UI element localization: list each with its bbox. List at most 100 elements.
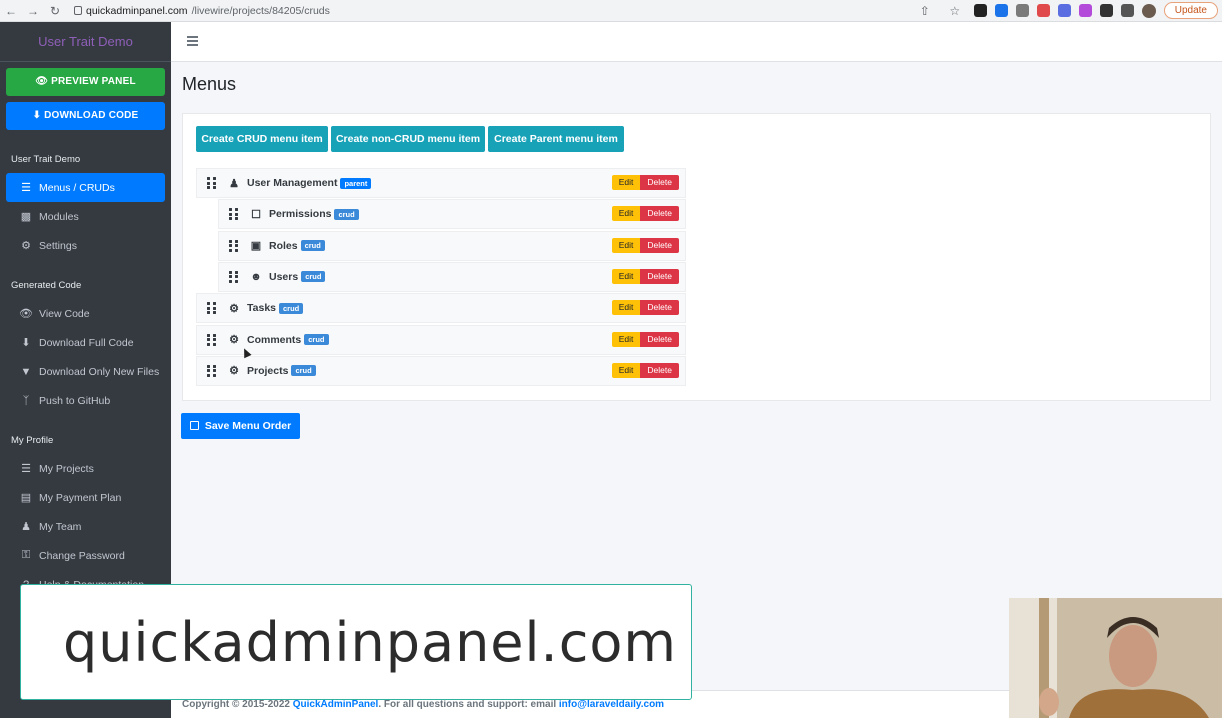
key-icon: ⚿: [21, 549, 31, 561]
edit-button[interactable]: Edit: [611, 175, 641, 190]
drag-handle-icon[interactable]: [229, 208, 239, 221]
delete-button[interactable]: Delete: [640, 362, 679, 378]
drag-handle-icon[interactable]: [207, 364, 217, 377]
create-crud-button[interactable]: Create CRUD menu item: [196, 126, 328, 152]
brand-title[interactable]: User Trait Demo: [0, 22, 171, 62]
menu-row-name: Projects: [247, 364, 289, 377]
menu-row[interactable]: ☐ Permissions crud Edit Delete: [218, 199, 686, 230]
extension-icon[interactable]: [1078, 4, 1092, 17]
menu-row-name: Permissions: [269, 208, 332, 221]
sidebar-item-my-projects[interactable]: ☰ My Projects: [6, 454, 165, 483]
sidebar-item-payment-plan[interactable]: ▤ My Payment Plan: [6, 483, 165, 512]
delete-button[interactable]: Delete: [640, 175, 679, 190]
section-title: Generated Code: [11, 280, 82, 291]
eye-icon: 👁: [19, 308, 33, 320]
sidebar-item-modules[interactable]: ▩ Modules: [6, 202, 165, 231]
edit-button[interactable]: Edit: [611, 268, 641, 284]
sidebar-item-download-new-files[interactable]: ▼ Download Only New Files: [6, 357, 165, 386]
hamburger-menu-icon[interactable]: [187, 36, 198, 46]
extension-icon[interactable]: [1036, 4, 1050, 17]
section-title: User Trait Demo: [11, 154, 81, 165]
sidebar-item-menus-cruds[interactable]: ☰ Menus / CRUDs: [6, 173, 165, 202]
credit-card-icon: ▤: [20, 492, 32, 504]
delete-button[interactable]: Delete: [640, 300, 679, 316]
sidebar-item-download-full-code[interactable]: ⬇ Download Full Code: [6, 328, 165, 357]
sidebar-item-label: My Team: [39, 520, 82, 533]
url-path: /livewire/projects/84205/cruds: [191, 4, 330, 17]
puzzle-icon[interactable]: [1099, 4, 1113, 17]
delete-button[interactable]: Delete: [640, 331, 679, 347]
address-bar[interactable]: quickadminpanel.com/livewire/projects/84…: [74, 5, 330, 17]
drag-handle-icon[interactable]: [207, 177, 217, 189]
browser-toolbar: ← → ↻ quickadminpanel.com/livewire/proje…: [0, 0, 1222, 22]
download-circle-icon: ▼: [20, 365, 32, 378]
menu-row[interactable]: ⚙ Projects crud Edit Delete: [196, 355, 686, 386]
top-navbar: [171, 22, 1222, 62]
sidebar-item-my-team[interactable]: ♟ My Team: [6, 512, 165, 541]
save-menu-order-button[interactable]: Save Menu Order: [181, 413, 300, 439]
avatar[interactable]: [1141, 3, 1156, 18]
footer-support-text: . For all questions and support: email: [378, 699, 559, 710]
extension-icon[interactable]: [1015, 4, 1029, 17]
menu-row[interactable]: ▣ Roles crud Edit Delete: [218, 230, 686, 261]
back-icon[interactable]: ←: [0, 4, 22, 18]
sidebar-item-label: Push to GitHub: [39, 394, 111, 407]
create-parent-button[interactable]: Create Parent menu item: [488, 126, 624, 152]
type-badge: crud: [304, 334, 329, 345]
bookmark-star-icon[interactable]: ☆: [944, 4, 966, 18]
create-non-crud-button[interactable]: Create non-CRUD menu item: [331, 126, 485, 152]
edit-button[interactable]: Edit: [611, 237, 641, 253]
download-icon: ⬇: [21, 337, 31, 349]
delete-button[interactable]: Delete: [640, 206, 679, 222]
drag-handle-icon[interactable]: [229, 270, 239, 283]
update-button[interactable]: Update: [1163, 2, 1218, 19]
floppy-disk-icon: [189, 421, 199, 430]
drag-handle-icon[interactable]: [207, 302, 217, 315]
delete-button[interactable]: Delete: [640, 268, 679, 284]
cogs-icon: ⚙: [229, 334, 239, 346]
sidebar-item-push-github[interactable]: ᛉ Push to GitHub: [6, 386, 165, 415]
forward-icon[interactable]: →: [22, 4, 44, 18]
menu-row[interactable]: ⚙ Comments crud Edit Delete: [196, 324, 686, 355]
save-menu-order-label: Save Menu Order: [204, 420, 292, 432]
download-code-button[interactable]: ⬇ DOWNLOAD CODE: [6, 102, 165, 130]
edit-button[interactable]: Edit: [611, 331, 641, 347]
share-icon[interactable]: ⇧: [914, 4, 936, 18]
users-icon: ♟: [21, 521, 31, 533]
preview-panel-label: PREVIEW PANEL: [51, 76, 136, 87]
menu-row-name: Comments: [247, 333, 302, 346]
overlay-text: quickadminpanel.com: [63, 611, 678, 674]
edit-button[interactable]: Edit: [611, 362, 641, 378]
menu-row[interactable]: ☻ Users crud Edit Delete: [218, 261, 686, 292]
section-title: My Profile: [11, 435, 54, 446]
briefcase-icon: ▣: [250, 240, 262, 253]
sidebar-item-view-code[interactable]: 👁 View Code: [6, 299, 165, 328]
footer-copyright: Copyright © 2015-2022: [182, 699, 293, 710]
drag-handle-icon[interactable]: [207, 333, 217, 346]
menu-row[interactable]: ♟ User Management parent Edit Delete: [196, 168, 686, 198]
edit-button[interactable]: Edit: [611, 206, 641, 222]
extension-icon[interactable]: [973, 4, 987, 17]
type-badge: crud: [279, 302, 304, 314]
menu-row[interactable]: ⚙ Tasks crud Edit Delete: [196, 293, 686, 324]
unlock-icon: ☐: [251, 208, 261, 221]
menu-row-name: Users: [269, 270, 299, 283]
type-badge: crud: [300, 240, 325, 252]
sidebar-item-label: Modules: [39, 210, 79, 223]
footer-email-link[interactable]: info@laraveldaily.com: [559, 699, 664, 710]
cogs-icon: ⚙: [229, 302, 239, 315]
reload-icon[interactable]: ↻: [44, 4, 66, 18]
preview-panel-button[interactable]: 👁 PREVIEW PANEL: [6, 68, 165, 96]
reading-list-icon[interactable]: [1120, 4, 1134, 17]
edit-button[interactable]: Edit: [611, 300, 641, 316]
sidebar-item-change-password[interactable]: ⚿ Change Password: [6, 541, 165, 570]
menu-row-name: User Management: [247, 177, 338, 189]
extension-icon[interactable]: [1057, 4, 1071, 17]
page-title: Menus: [182, 74, 237, 94]
wrench-icon: ⚙: [21, 240, 31, 252]
drag-handle-icon[interactable]: [229, 239, 239, 252]
sidebar-item-settings[interactable]: ⚙ Settings: [6, 231, 165, 260]
extension-icon[interactable]: [994, 4, 1008, 17]
delete-button[interactable]: Delete: [640, 237, 679, 253]
footer-brand-link[interactable]: QuickAdminPanel: [293, 699, 379, 710]
